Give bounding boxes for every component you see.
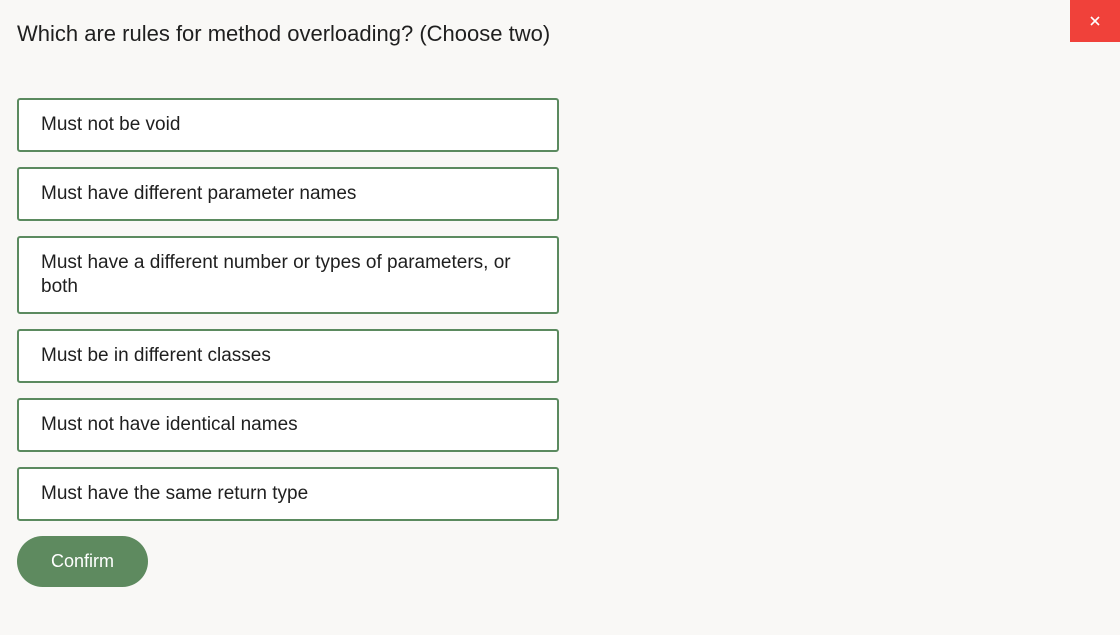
option-not-identical-names[interactable]: Must not have identical names xyxy=(17,398,559,452)
option-same-return-type[interactable]: Must have the same return type xyxy=(17,467,559,521)
option-label: Must have different parameter names xyxy=(41,183,357,204)
option-label: Must be in different classes xyxy=(41,345,271,366)
confirm-button[interactable]: Confirm xyxy=(17,536,148,587)
option-label: Must have a different number or types of… xyxy=(41,252,511,297)
option-label: Must not have identical names xyxy=(41,414,298,435)
close-icon xyxy=(1090,16,1100,26)
option-different-number-or-types[interactable]: Must have a different number or types of… xyxy=(17,236,559,314)
option-label: Must have the same return type xyxy=(41,483,309,504)
option-label: Must not be void xyxy=(41,114,181,135)
question-text: Which are rules for method overloading? … xyxy=(17,21,551,46)
option-must-not-be-void[interactable]: Must not be void xyxy=(17,98,559,152)
close-button[interactable] xyxy=(1070,0,1120,42)
option-different-parameter-names[interactable]: Must have different parameter names xyxy=(17,167,559,221)
option-different-classes[interactable]: Must be in different classes xyxy=(17,329,559,383)
